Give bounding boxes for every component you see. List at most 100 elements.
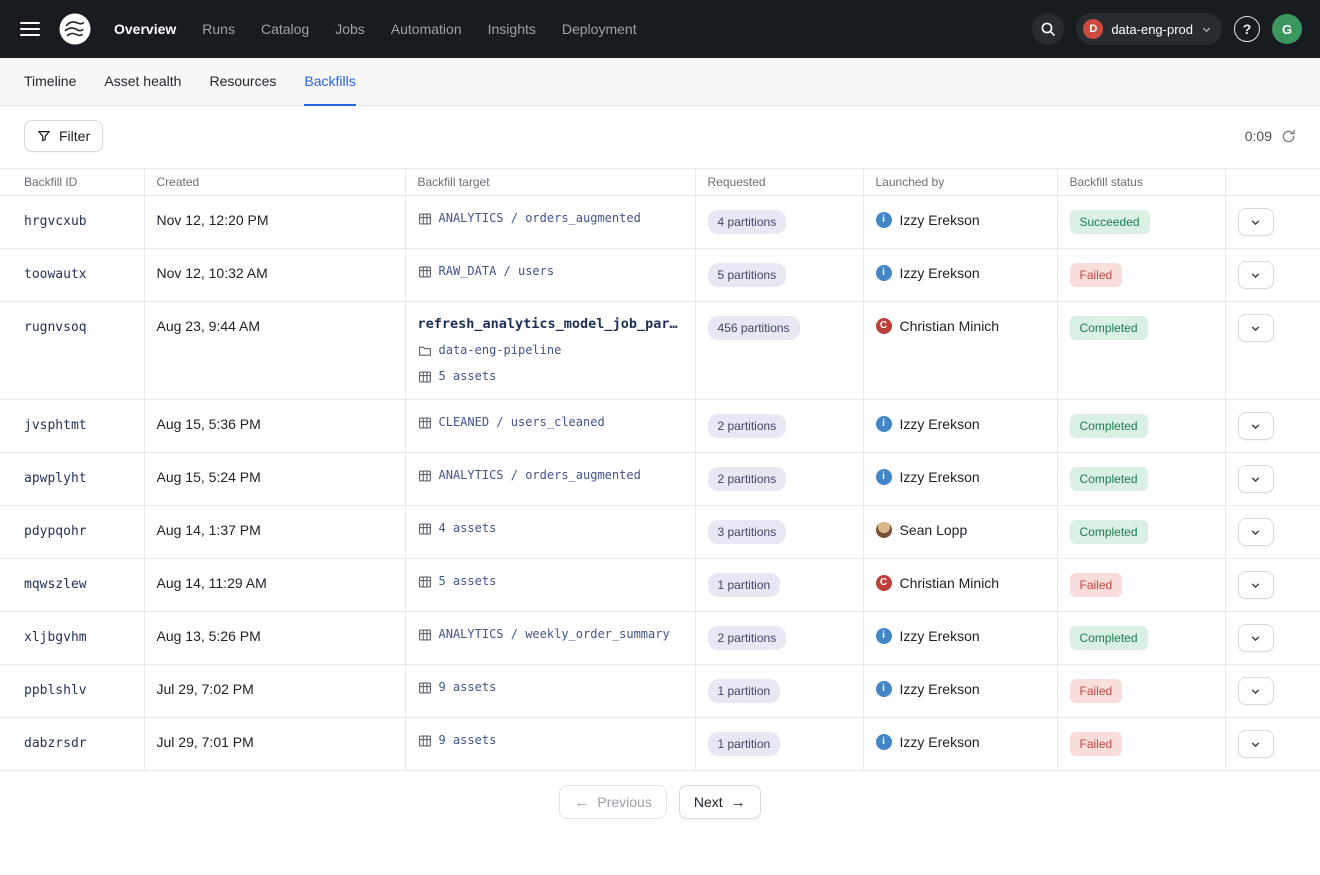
created-cell: Nov 12, 12:20 PM: [144, 196, 405, 249]
nav-item-catalog[interactable]: Catalog: [261, 21, 309, 37]
filter-label: Filter: [59, 128, 90, 144]
app-root: Overview Runs Catalog Jobs Automation Insight…: [0, 0, 1320, 819]
row-actions-button[interactable]: [1238, 314, 1274, 342]
requested-partitions-badge: 1 partition: [708, 679, 781, 703]
backfill-target-link[interactable]: data-eng-pipeline: [439, 342, 562, 359]
column-header-backfill-status: Backfill status: [1057, 169, 1225, 196]
arrow-left-icon: ←: [574, 795, 589, 810]
filter-button[interactable]: Filter: [24, 120, 103, 152]
backfill-target-link[interactable]: 5 assets: [439, 368, 497, 385]
row-actions-button[interactable]: [1238, 208, 1274, 236]
column-header-launched-by: Launched by: [863, 169, 1057, 196]
refresh-countdown: 0:09: [1245, 128, 1272, 144]
nav-item-deployment[interactable]: Deployment: [562, 21, 637, 37]
row-actions-button[interactable]: [1238, 571, 1274, 599]
backfill-id-link[interactable]: rugnvsoq: [24, 320, 87, 335]
tabs-bar: Timeline Asset health Resources Backfills: [0, 58, 1320, 106]
tab-timeline[interactable]: Timeline: [24, 58, 76, 106]
backfill-target-link[interactable]: RAW_DATA / users: [439, 263, 555, 280]
asset-table-icon: [418, 416, 432, 430]
backfill-target-link[interactable]: ANALYTICS / orders_augmented: [439, 467, 641, 484]
backfill-id-link[interactable]: mqwszlew: [24, 577, 87, 592]
backfill-target-link[interactable]: CLEANED / users_cleaned: [439, 414, 605, 431]
backfill-target-link[interactable]: 9 assets: [439, 732, 497, 749]
table-row: xljbgvhmAug 13, 5:26 PMANALYTICS / weekl…: [0, 612, 1320, 665]
row-actions-button[interactable]: [1238, 465, 1274, 493]
launched-by-name: Izzy Erekson: [900, 467, 980, 487]
backfill-id-link[interactable]: xljbgvhm: [24, 630, 87, 645]
toolbar: Filter 0:09: [0, 106, 1320, 168]
backfill-target-link[interactable]: ANALYTICS / orders_augmented: [439, 210, 641, 227]
search-button[interactable]: [1032, 13, 1064, 45]
tab-asset-health[interactable]: Asset health: [104, 58, 181, 106]
menu-button[interactable]: [16, 17, 44, 41]
requested-partitions-badge: 1 partition: [708, 573, 781, 597]
requested-partitions-badge: 5 partitions: [708, 263, 787, 287]
next-page-button[interactable]: Next →: [679, 785, 761, 819]
nav-item-automation[interactable]: Automation: [391, 21, 462, 37]
requested-partitions-badge: 2 partitions: [708, 626, 787, 650]
launched-by-name: Christian Minich: [900, 573, 1000, 593]
backfill-target-link[interactable]: 9 assets: [439, 679, 497, 696]
column-header-requested: Requested: [695, 169, 863, 196]
row-actions-button[interactable]: [1238, 730, 1274, 758]
previous-page-button[interactable]: ← Previous: [559, 785, 666, 819]
backfill-id-link[interactable]: toowautx: [24, 267, 87, 282]
search-icon: [1040, 21, 1056, 37]
backfill-target-link[interactable]: 5 assets: [439, 573, 497, 590]
nav-item-overview[interactable]: Overview: [114, 21, 176, 37]
deployment-switcher[interactable]: D data-eng-prod: [1076, 13, 1222, 45]
row-actions-button[interactable]: [1238, 677, 1274, 705]
user-avatar[interactable]: G: [1272, 14, 1302, 44]
hamburger-icon: [20, 21, 40, 37]
launched-by-avatar: i: [876, 265, 892, 281]
launched-by-avatar: C: [876, 575, 892, 591]
created-cell: Nov 12, 10:32 AM: [144, 249, 405, 302]
column-header-created: Created: [144, 169, 405, 196]
asset-table-icon: [418, 522, 432, 536]
asset-table-icon: [418, 681, 432, 695]
tab-backfills[interactable]: Backfills: [304, 58, 355, 106]
requested-partitions-badge: 4 partitions: [708, 210, 787, 234]
row-actions-button[interactable]: [1238, 624, 1274, 652]
requested-partitions-badge: 3 partitions: [708, 520, 787, 544]
created-cell: Aug 15, 5:36 PM: [144, 400, 405, 453]
launched-by-name: Izzy Erekson: [900, 732, 980, 752]
created-cell: Jul 29, 7:02 PM: [144, 665, 405, 718]
launched-by-name: Izzy Erekson: [900, 263, 980, 283]
backfill-id-link[interactable]: ppblshlv: [24, 683, 87, 698]
asset-table-icon: [418, 575, 432, 589]
column-header-actions: [1225, 169, 1320, 196]
created-cell: Aug 23, 9:44 AM: [144, 302, 405, 400]
backfill-id-link[interactable]: hrgvcxub: [24, 214, 87, 229]
nav-items: Overview Runs Catalog Jobs Automation Insight…: [114, 21, 637, 37]
requested-partitions-badge: 456 partitions: [708, 316, 800, 340]
dagster-logo-icon[interactable]: [58, 12, 92, 46]
tab-resources[interactable]: Resources: [209, 58, 276, 106]
backfill-target-link[interactable]: refresh_analytics_model_job_partition_se…: [418, 316, 683, 333]
help-button[interactable]: ?: [1234, 16, 1260, 42]
backfill-id-link[interactable]: dabzrsdr: [24, 736, 87, 751]
nav-item-runs[interactable]: Runs: [202, 21, 235, 37]
launched-by-name: Izzy Erekson: [900, 626, 980, 646]
backfill-id-link[interactable]: jvsphtmt: [24, 418, 87, 433]
requested-partitions-badge: 2 partitions: [708, 414, 787, 438]
backfill-target-link[interactable]: ANALYTICS / weekly_order_summary: [439, 626, 670, 643]
nav-item-insights[interactable]: Insights: [488, 21, 536, 37]
backfill-id-link[interactable]: apwplyht: [24, 471, 87, 486]
table-row: hrgvcxub Nov 12, 12:20 PM ANALYTICS / orde…: [0, 196, 1320, 249]
row-actions-button[interactable]: [1238, 518, 1274, 546]
backfill-id-link[interactable]: pdypqohr: [24, 524, 87, 539]
refresh-icon[interactable]: [1281, 129, 1296, 144]
backfill-status-badge: Completed: [1070, 520, 1148, 544]
question-mark-icon: ?: [1243, 21, 1252, 37]
backfill-target-link[interactable]: 4 assets: [439, 520, 497, 537]
nav-item-jobs[interactable]: Jobs: [335, 21, 365, 37]
previous-label: Previous: [597, 794, 651, 810]
backfill-status-badge: Failed: [1070, 679, 1123, 703]
table-row: mqwszlewAug 14, 11:29 AM5 assets1 partit…: [0, 559, 1320, 612]
created-cell: Aug 14, 1:37 PM: [144, 506, 405, 559]
row-actions-button[interactable]: [1238, 412, 1274, 440]
row-actions-button[interactable]: [1238, 261, 1274, 289]
asset-table-icon: [418, 628, 432, 642]
